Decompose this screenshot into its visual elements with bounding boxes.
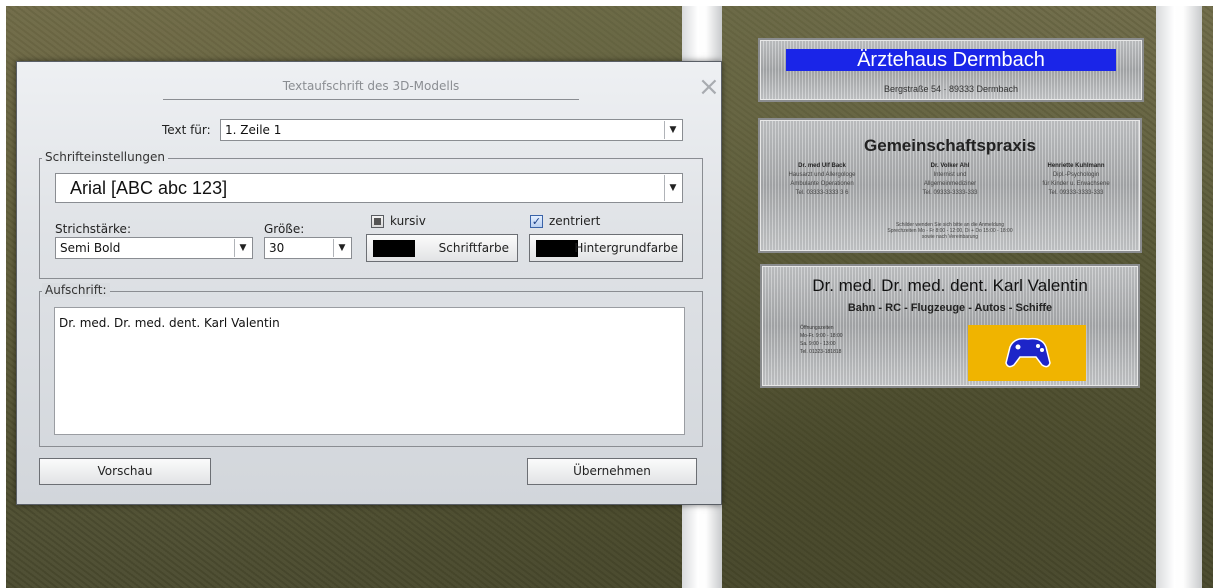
column-line: Tel. 03333-3333 3 6 xyxy=(795,190,849,196)
italic-label: kursiv xyxy=(390,214,426,228)
dialog-title: Textaufschrift des 3D-Modells xyxy=(282,79,460,93)
gamepad-image xyxy=(968,325,1086,381)
size-value: 30 xyxy=(269,241,285,255)
plate-column: Dr. Volker Ahl Internist und Allgemeinme… xyxy=(890,162,1010,198)
font-color-label: Schriftfarbe xyxy=(438,241,509,255)
column-name: Henriette Kuhlmann xyxy=(1047,163,1105,169)
background-color-button[interactable]: Hintergrundfarbe xyxy=(529,234,683,262)
background-color-label: Hintergrundfarbe xyxy=(574,241,678,255)
column-line: Dipl.-Psychologin xyxy=(1052,172,1100,178)
font-family-value: Arial [ABC abc 123] xyxy=(70,177,228,198)
background-color-swatch xyxy=(536,240,578,257)
font-color-button[interactable]: Schriftfarbe xyxy=(366,234,518,262)
column-line: Tel. 09333-3333-333 xyxy=(1048,190,1104,196)
stroke-dropdown[interactable]: Semi Bold ▼ xyxy=(55,237,253,259)
column-line: Hausarzt und Allergologe xyxy=(788,172,856,178)
chevron-down-icon[interactable]: ▼ xyxy=(333,239,350,257)
column-line: Ambulante Operationen xyxy=(790,181,854,187)
plate-column: Henriette Kuhlmann Dipl.-Psychologin für… xyxy=(1016,162,1136,198)
column-name: Dr. Volker Ahl xyxy=(930,163,970,169)
column-line: Tel. 09333-3333-333 xyxy=(922,190,978,196)
hours-line: Mo-Fr. 9:00 - 18:00 xyxy=(800,333,843,339)
preview-button[interactable]: Vorschau xyxy=(39,458,211,485)
plate-hours: Öffnungszeiten Mo-Fr. 9:00 - 18:00 Sa. 9… xyxy=(800,324,843,356)
hours-line: Sa. 9:00 - 13:00 xyxy=(800,341,836,347)
column-line: Internist und xyxy=(933,172,967,178)
column-line: für Kinder u. Erwachsene xyxy=(1042,181,1110,187)
title-divider xyxy=(163,99,579,100)
group-label: Aufschrift: xyxy=(42,283,110,297)
chevron-down-icon[interactable]: ▼ xyxy=(664,121,681,139)
apply-button[interactable]: Übernehmen xyxy=(527,458,697,485)
plate-title: Gemeinschaftspraxis xyxy=(864,136,1036,155)
text-inscription-dialog: Textaufschrift des 3D-Modells × Text für… xyxy=(16,61,722,505)
inscription-textarea[interactable]: Dr. med. Dr. med. dent. Karl Valentin xyxy=(54,307,685,435)
chevron-down-icon[interactable]: ▼ xyxy=(234,239,251,257)
stroke-label: Strichstärke: xyxy=(55,222,131,236)
font-settings-body: Arial [ABC abc 123] ▼ Strichstärke: Semi… xyxy=(39,158,703,279)
centered-checkbox[interactable]: ✓ xyxy=(530,215,543,228)
text-for-value: 1. Zeile 1 xyxy=(225,123,282,137)
sign-plate-valentin: Dr. med. Dr. med. dent. Karl Valentin Ba… xyxy=(760,264,1140,388)
font-color-swatch xyxy=(373,240,415,257)
column-line: Allgemeinmediziner xyxy=(923,181,977,187)
font-family-dropdown[interactable]: Arial [ABC abc 123] ▼ xyxy=(55,173,683,203)
plate-title: Ärztehaus Dermbach xyxy=(786,49,1116,71)
centered-label: zentriert xyxy=(549,214,601,228)
close-icon[interactable]: × xyxy=(698,74,720,100)
italic-checkbox[interactable] xyxy=(371,215,384,228)
sign-plate-aerztehaus: Ärztehaus Dermbach Bergstraße 54 · 89333… xyxy=(758,38,1144,102)
plate-title: Dr. med. Dr. med. dent. Karl Valentin xyxy=(812,276,1088,295)
footer-line: sowie nach Vereinbarung xyxy=(921,234,979,240)
chevron-down-icon[interactable]: ▼ xyxy=(664,175,681,201)
sign-plate-gemeinschaftspraxis: Gemeinschaftspraxis Dr. med Ulf Back Hau… xyxy=(758,118,1142,253)
size-dropdown[interactable]: 30 ▼ xyxy=(264,237,352,259)
text-for-label: Text für: xyxy=(162,123,211,137)
gamepad-icon xyxy=(1005,337,1051,368)
stroke-value: Semi Bold xyxy=(60,241,121,255)
text-for-dropdown[interactable]: 1. Zeile 1 ▼ xyxy=(220,119,683,141)
plate-subtitle: Bahn - RC - Flugzeuge - Autos - Schiffe xyxy=(847,302,1053,314)
plate-address: Bergstraße 54 · 89333 Dermbach xyxy=(883,84,1019,94)
plate-column: Dr. med Ulf Back Hausarzt und Allergolog… xyxy=(762,162,882,198)
size-label: Größe: xyxy=(264,222,305,236)
sign-post-right xyxy=(1156,6,1202,588)
plate-footer: Schilder wenden Sie sich bitte an die An… xyxy=(760,222,1140,240)
hours-line: Tel. 01323-181818 xyxy=(800,349,842,355)
column-name: Dr. med Ulf Back xyxy=(798,163,846,169)
hours-line: Öffnungszeiten xyxy=(800,325,834,331)
